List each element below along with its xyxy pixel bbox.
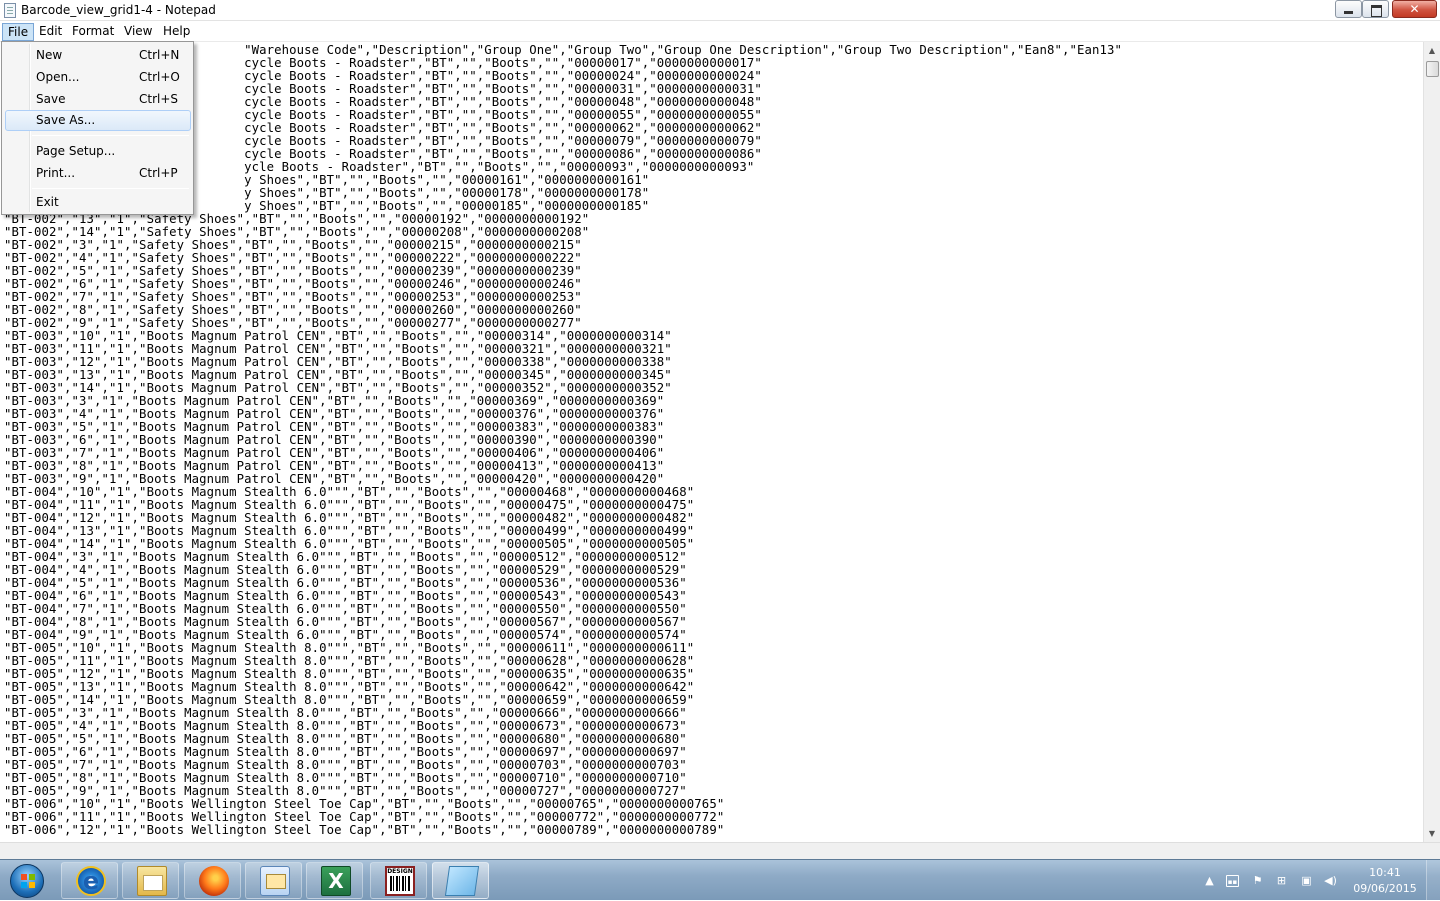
volume-icon[interactable]: ◀) [1324, 875, 1337, 887]
notepad-app-icon[interactable] [4, 3, 16, 18]
menu-separator [32, 188, 189, 189]
minimize-button[interactable] [1335, 0, 1362, 18]
file-menu-print[interactable]: Print... Ctrl+P [5, 163, 191, 184]
vertical-scrollbar[interactable]: ▲ ▼ [1423, 42, 1440, 842]
scroll-up-icon[interactable]: ▲ [1424, 42, 1440, 59]
menu-view[interactable]: View [119, 23, 157, 41]
network-icon[interactable]: ▣ [1300, 875, 1313, 887]
taskbar-mail[interactable] [245, 862, 302, 899]
explorer-icon [137, 866, 167, 896]
excel-icon [321, 866, 351, 896]
file-menu-exit[interactable]: Exit [5, 192, 191, 213]
keyboard-icon[interactable]: ▪▪ [1226, 875, 1239, 887]
taskbar-internet-explorer[interactable] [61, 862, 118, 899]
menu-format[interactable]: Format [67, 23, 119, 41]
menu-separator [32, 135, 189, 136]
show-hidden-icon[interactable]: ▲ [1203, 875, 1216, 887]
scrollbar-thumb[interactable] [1426, 61, 1439, 77]
start-button[interactable] [4, 861, 50, 901]
ie-icon [76, 866, 106, 896]
barcode-icon: DESIGN [385, 866, 415, 896]
taskbar-excel[interactable] [306, 862, 363, 899]
action-center-flag-icon[interactable]: ⚑ [1251, 875, 1264, 887]
menu-edit[interactable]: Edit [34, 23, 67, 41]
taskbar-notepad[interactable] [432, 862, 489, 899]
taskbar-windows-explorer[interactable] [122, 862, 179, 899]
system-clock[interactable]: 10:41 09/06/2015 [1346, 865, 1424, 897]
firefox-icon [199, 866, 229, 896]
clock-date: 09/06/2015 [1353, 882, 1417, 895]
file-dropdown-menu: New Ctrl+N Open... Ctrl+O Save Ctrl+S Sa… [1, 41, 194, 215]
menu-help[interactable]: Help [158, 23, 195, 41]
text-editor[interactable]: "Warehouse Code","Description","Group On… [0, 42, 1423, 842]
scroll-down-icon[interactable]: ▼ [1424, 825, 1440, 842]
taskbar: DESIGN ▲ ▪▪ ⚑ ⊞ ▣ ◀) 10:41 09/06/2015 [0, 859, 1440, 901]
mail-icon [260, 866, 290, 896]
menu-file[interactable]: File [2, 23, 35, 41]
file-menu-new[interactable]: New Ctrl+N [5, 45, 191, 66]
notepad-icon [444, 866, 480, 896]
windows-start-icon [10, 864, 44, 898]
menu-bar: File Edit Format View Help [0, 21, 1440, 42]
show-desktop-button[interactable] [1426, 860, 1440, 901]
status-strip [0, 842, 1440, 859]
taskbar-firefox[interactable] [184, 862, 241, 899]
file-menu-open[interactable]: Open... Ctrl+O [5, 67, 191, 88]
window-title: Barcode_view_grid1-4 - Notepad [21, 3, 216, 17]
title-bar: Barcode_view_grid1-4 - Notepad [0, 0, 1440, 21]
maximize-button[interactable] [1362, 0, 1389, 18]
file-menu-page-setup[interactable]: Page Setup... [5, 141, 191, 162]
taskbar-barcode-design[interactable]: DESIGN [370, 862, 427, 899]
file-menu-save[interactable]: Save Ctrl+S [5, 89, 191, 110]
file-menu-save-as[interactable]: Save As... [5, 110, 191, 131]
windows-icon[interactable]: ⊞ [1275, 875, 1288, 887]
close-button[interactable] [1392, 0, 1437, 18]
clock-time: 10:41 [1369, 866, 1401, 879]
